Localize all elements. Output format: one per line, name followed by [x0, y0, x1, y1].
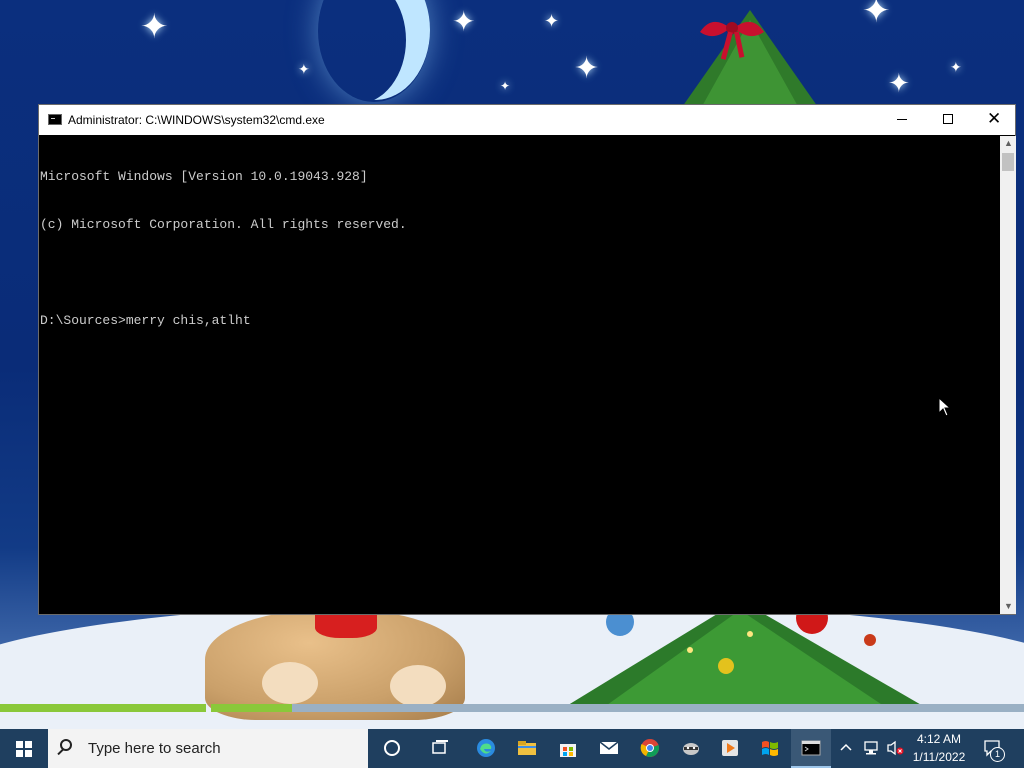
star-icon: ✦	[452, 6, 476, 37]
network-button[interactable]	[860, 729, 882, 768]
scroll-up-icon[interactable]: ▲	[1004, 138, 1013, 148]
console-prompt-line[interactable]: D:\Sources>merry chis,atlht	[40, 313, 998, 329]
clock-date: 1/11/2022	[912, 750, 966, 764]
star-icon: ✦	[888, 68, 910, 98]
raccoon-app-button[interactable]	[671, 729, 711, 768]
chrome-icon	[640, 739, 659, 757]
christmas-tree-top	[680, 10, 820, 110]
task-view-icon	[432, 740, 448, 754]
windows-logo-icon	[16, 741, 32, 757]
store-icon	[560, 744, 576, 757]
show-hidden-icons-button[interactable]	[836, 729, 856, 768]
progress-bar	[211, 704, 1024, 712]
network-icon	[864, 741, 878, 755]
search-placeholder: Type here to search	[88, 740, 221, 757]
minimize-button[interactable]	[879, 105, 925, 135]
star-icon: ✦	[574, 52, 600, 85]
close-icon: ✕	[987, 109, 1002, 128]
mail-button[interactable]	[589, 729, 629, 768]
store-button[interactable]	[548, 729, 588, 768]
star-icon: ✦	[544, 11, 560, 31]
start-button[interactable]	[0, 729, 48, 768]
scrollbar-thumb[interactable]	[1002, 153, 1014, 171]
taskbar-search-box[interactable]: Type here to search	[48, 729, 368, 768]
maximize-button[interactable]	[925, 105, 971, 135]
star-icon: ✦	[862, 0, 891, 30]
star-icon: ✦	[950, 59, 962, 75]
chrome-button[interactable]	[630, 729, 670, 768]
console-output[interactable]: Microsoft Windows [Version 10.0.19043.92…	[40, 136, 998, 615]
taskbar: Type here to search 4:12 AM 1/11/2022 1	[0, 729, 1024, 768]
task-view-button[interactable]	[420, 729, 460, 768]
clock-time: 4:12 AM	[916, 732, 962, 746]
progress-strip	[0, 702, 1024, 714]
console-line: Microsoft Windows [Version 10.0.19043.92…	[40, 169, 368, 184]
action-center-button[interactable]: 1	[980, 729, 1010, 768]
file-explorer-button[interactable]	[507, 729, 547, 768]
christmas-tree-bottom	[560, 600, 930, 710]
command-prompt-taskbar-button[interactable]	[791, 729, 831, 768]
chevron-up-icon	[840, 743, 852, 751]
raccoon-app-icon	[683, 743, 699, 755]
media-player-icon	[722, 740, 738, 756]
progress-bar-fill	[211, 704, 293, 712]
star-icon: ✦	[298, 61, 310, 77]
volume-muted-icon	[887, 740, 904, 756]
cmd-app-icon[interactable]	[48, 114, 62, 125]
close-button[interactable]: ✕	[971, 105, 1017, 135]
minimize-icon	[897, 119, 907, 120]
command-prompt-icon	[801, 740, 821, 756]
console-line: (c) Microsoft Corporation. All rights re…	[40, 217, 407, 232]
scroll-down-icon[interactable]: ▼	[1004, 601, 1013, 611]
cmd-window[interactable]: Administrator: C:\WINDOWS\system32\cmd.e…	[38, 104, 1016, 615]
mail-icon	[599, 741, 619, 754]
progress-bar-fill	[0, 704, 206, 712]
edge-button[interactable]	[466, 729, 506, 768]
maximize-icon	[943, 114, 953, 124]
media-player-button[interactable]	[710, 729, 750, 768]
title-bar[interactable]: Administrator: C:\WINDOWS\system32\cmd.e…	[39, 105, 1015, 135]
windows-flag-button[interactable]	[750, 729, 790, 768]
cortana-icon	[384, 740, 400, 756]
mouse-pointer-icon	[938, 397, 952, 417]
cortana-button[interactable]	[372, 729, 412, 768]
star-icon: ✦	[500, 79, 511, 93]
windows-flag-icon	[762, 741, 778, 756]
volume-button[interactable]	[884, 729, 906, 768]
window-title: Administrator: C:\WINDOWS\system32\cmd.e…	[68, 113, 325, 127]
search-icon	[60, 739, 72, 751]
notification-count-badge: 1	[990, 747, 1005, 762]
edge-icon	[477, 739, 495, 757]
progress-bar	[0, 704, 206, 712]
file-explorer-icon	[518, 741, 536, 755]
vertical-scrollbar[interactable]: ▲ ▼	[1000, 136, 1016, 614]
star-icon: ✦	[140, 8, 169, 46]
